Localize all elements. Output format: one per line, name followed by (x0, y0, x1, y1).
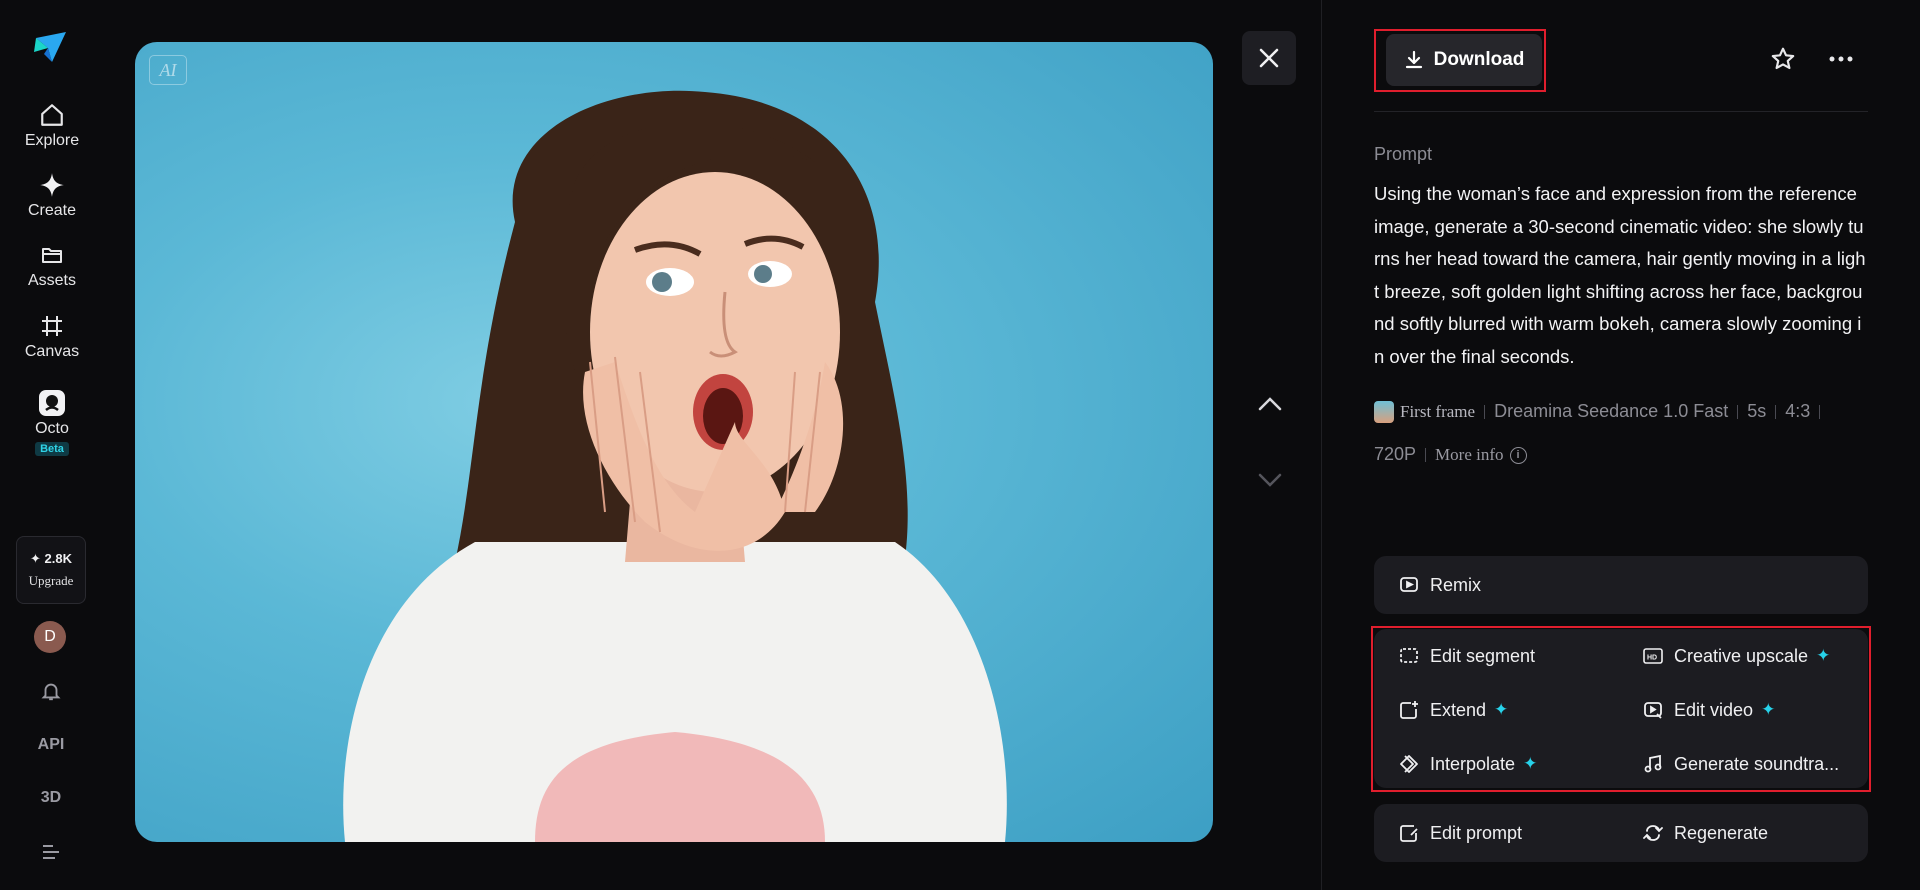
more-icon (1829, 56, 1853, 62)
avatar[interactable]: D (34, 621, 66, 653)
bell-icon[interactable] (34, 676, 68, 706)
chevron-down-icon (1258, 473, 1282, 487)
info-icon[interactable]: i (1509, 446, 1527, 464)
more-info-link[interactable]: More info (1435, 445, 1503, 464)
sidebar-item-octo[interactable]: Octo Beta (0, 388, 104, 456)
hd-icon: HD (1642, 645, 1664, 667)
edit-video-icon (1642, 699, 1664, 721)
regenerate-icon (1642, 822, 1664, 844)
sidebar-item-label: Canvas (24, 343, 80, 360)
upgrade-label: Upgrade (28, 573, 74, 588)
ai-badge: AI (149, 55, 187, 85)
extend-icon (1398, 699, 1420, 721)
download-button[interactable]: Download (1386, 34, 1542, 86)
svg-text:HD: HD (1647, 655, 1657, 662)
home-icon (37, 100, 67, 130)
3d-link[interactable]: 3D (34, 783, 68, 813)
generate-soundtrack-button[interactable]: Generate soundtra... (1642, 753, 1839, 775)
sidebar-item-label: Octo (35, 420, 69, 437)
panel-divider (1321, 0, 1322, 890)
api-link[interactable]: API (34, 730, 68, 760)
more-options-button[interactable] (1822, 40, 1860, 78)
sparkle-icon (37, 170, 67, 200)
sidebar-item-create[interactable]: Create (0, 170, 104, 220)
first-frame-thumbnail[interactable] (1374, 401, 1394, 424)
prompt-actions-card: Edit prompt Regenerate (1374, 804, 1868, 862)
regenerate-button[interactable]: Regenerate (1642, 822, 1768, 844)
download-label: Download (1433, 49, 1525, 70)
next-button[interactable] (1254, 464, 1286, 496)
aspect-ratio: 4:3 (1785, 401, 1811, 421)
sidebar-item-label: Assets (27, 272, 76, 289)
remix-button[interactable]: Remix (1398, 574, 1481, 596)
edit-prompt-icon (1398, 822, 1420, 844)
creative-upscale-button[interactable]: HD Creative upscale ✦ (1642, 645, 1830, 667)
sidebar: Explore Create Assets Canvas Octo Beta ✦… (0, 0, 104, 890)
remix-icon (1398, 574, 1420, 596)
upgrade-button[interactable]: ✦ 2.8K Upgrade (16, 536, 86, 604)
close-button[interactable] (1242, 31, 1296, 85)
app-logo-icon[interactable] (30, 28, 70, 66)
premium-sparkle-icon: ✦ (1494, 700, 1509, 719)
premium-sparkle-icon: ✦ (1761, 700, 1776, 719)
tools-card: Edit segment HD Creative upscale ✦ Exten… (1374, 629, 1868, 788)
divider (1374, 111, 1868, 112)
menu-icon[interactable] (34, 837, 68, 867)
resolution: 720P (1374, 444, 1417, 464)
interpolate-icon (1398, 753, 1420, 775)
download-icon (1405, 50, 1422, 69)
prompt-text: Using the woman’s face and expression fr… (1374, 183, 1866, 367)
favorite-button[interactable] (1764, 40, 1802, 78)
chevron-up-icon (1258, 397, 1282, 411)
beta-badge: Beta (35, 442, 69, 456)
details-panel: Download Prompt Using the woman’s face a… (1371, 0, 1871, 890)
premium-sparkle-icon: ✦ (1816, 646, 1831, 665)
close-icon (1259, 48, 1279, 68)
woman-image (343, 90, 1007, 842)
canvas-icon (37, 311, 67, 341)
remix-card: Remix (1374, 556, 1868, 614)
folder-icon (37, 240, 67, 270)
model-name: Dreamina Seedance 1.0 Fast (1494, 401, 1729, 421)
video-preview[interactable]: AI (135, 42, 1213, 842)
generation-meta: First frame Dreamina Seedance 1.0 Fast 5s 4… (1374, 390, 1868, 476)
first-frame-label[interactable]: First frame (1400, 402, 1475, 421)
sidebar-item-explore[interactable]: Explore (0, 100, 104, 150)
edit-segment-icon (1398, 645, 1420, 667)
extend-button[interactable]: Extend ✦ (1398, 699, 1508, 721)
edit-video-button[interactable]: Edit video ✦ (1642, 699, 1775, 721)
edit-segment-button[interactable]: Edit segment (1398, 645, 1535, 667)
interpolate-button[interactable]: Interpolate ✦ (1398, 753, 1537, 775)
octo-icon (37, 388, 67, 418)
edit-prompt-button[interactable]: Edit prompt (1398, 822, 1522, 844)
sidebar-item-label: Create (27, 202, 77, 219)
previous-button[interactable] (1254, 388, 1286, 420)
duration: 5s (1747, 401, 1767, 421)
sidebar-item-label: Explore (24, 132, 80, 149)
credits-count: ✦ 2.8K (30, 551, 72, 566)
prompt-label: Prompt (1374, 144, 1433, 164)
star-icon (1771, 47, 1795, 70)
premium-sparkle-icon: ✦ (1523, 754, 1538, 773)
sidebar-item-assets[interactable]: Assets (0, 240, 104, 290)
music-note-icon (1642, 753, 1664, 775)
sidebar-item-canvas[interactable]: Canvas (0, 311, 104, 361)
